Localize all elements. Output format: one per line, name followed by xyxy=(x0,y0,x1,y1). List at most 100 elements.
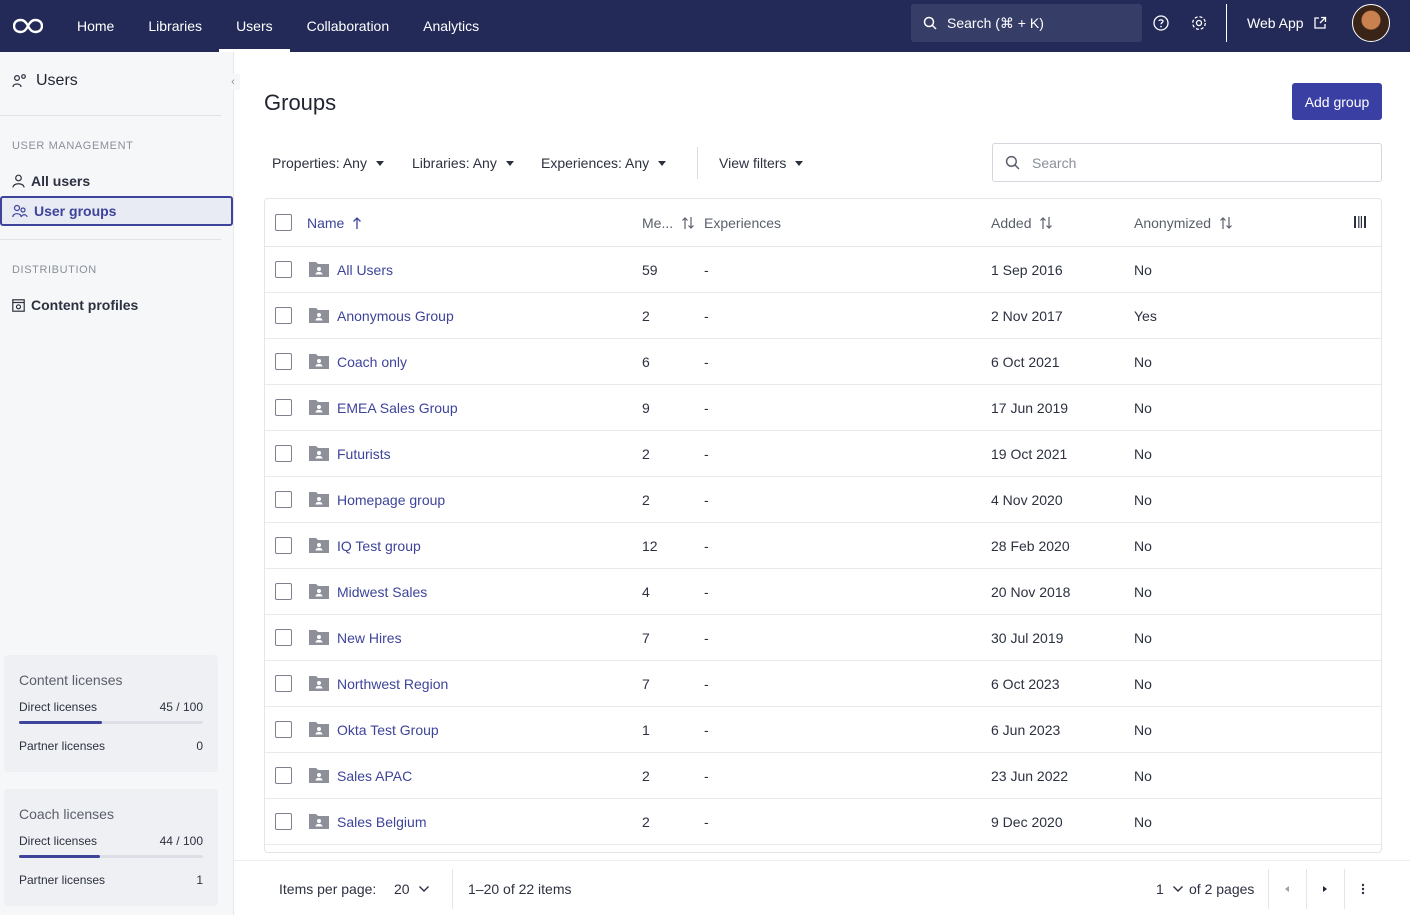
column-header-members[interactable]: Me... xyxy=(642,215,695,231)
help-icon[interactable] xyxy=(1152,14,1170,32)
group-name-link[interactable]: Homepage group xyxy=(337,492,445,508)
nav-analytics[interactable]: Analytics xyxy=(406,0,496,52)
group-folder-icon xyxy=(308,536,330,554)
table-row[interactable]: Northwest Region 7 - 6 Oct 2023 No xyxy=(265,661,1381,707)
row-checkbox[interactable] xyxy=(275,307,292,324)
row-checkbox[interactable] xyxy=(275,537,292,554)
column-settings-icon[interactable] xyxy=(1353,215,1367,229)
content-partner-licenses-row: Partner licenses 0 xyxy=(19,739,203,753)
added-date: 1 Sep 2016 xyxy=(991,262,1063,278)
group-name-link[interactable]: Northwest Region xyxy=(337,676,448,692)
sidebar-item-user-groups[interactable]: User groups xyxy=(0,196,233,226)
group-name-link[interactable]: IQ Test group xyxy=(337,538,421,554)
table-row[interactable]: Coach only 6 - 6 Oct 2021 No xyxy=(265,339,1381,385)
license-label: Direct licenses xyxy=(19,700,98,714)
coach-licenses-title: Coach licenses xyxy=(19,806,114,822)
row-checkbox[interactable] xyxy=(275,675,292,692)
group-folder-icon xyxy=(308,444,330,462)
items-per-page-select[interactable]: 20 xyxy=(394,881,430,897)
table-row[interactable]: Futurists 2 - 19 Oct 2021 No xyxy=(265,431,1381,477)
footer-divider xyxy=(452,869,453,909)
web-app-link[interactable]: Web App xyxy=(1247,0,1327,46)
page-select[interactable]: 1 xyxy=(1156,881,1184,897)
caret-down-icon xyxy=(658,160,667,166)
group-name-link[interactable]: Anonymous Group xyxy=(337,308,454,324)
column-header-experiences[interactable]: Experiences xyxy=(704,215,781,231)
next-page-icon[interactable] xyxy=(1320,884,1330,894)
column-header-name[interactable]: Name xyxy=(307,215,362,231)
table-row[interactable]: Anonymous Group 2 - 2 Nov 2017 Yes xyxy=(265,293,1381,339)
properties-filter-dropdown[interactable]: Properties: Any xyxy=(272,155,384,171)
brand-logo-icon[interactable] xyxy=(13,16,43,36)
table-row[interactable]: New Hires 7 - 30 Jul 2019 No xyxy=(265,615,1381,661)
sidebar-item-all-users[interactable]: All users xyxy=(0,166,233,196)
select-all-checkbox[interactable] xyxy=(275,214,292,231)
nav-users[interactable]: Users xyxy=(219,0,290,52)
view-filters-dropdown[interactable]: View filters xyxy=(719,155,804,171)
row-checkbox[interactable] xyxy=(275,261,292,278)
current-page-value: 1 xyxy=(1156,881,1164,897)
content-direct-licenses-row: Direct licenses 45 / 100 xyxy=(19,700,203,714)
anonymized-value: No xyxy=(1134,722,1152,738)
previous-page-icon[interactable] xyxy=(1282,884,1292,894)
row-checkbox[interactable] xyxy=(275,813,292,830)
table-row[interactable]: All Users 59 - 1 Sep 2016 No xyxy=(265,247,1381,293)
group-name-link[interactable]: Sales Belgium xyxy=(337,814,427,830)
table-row[interactable]: IQ Test group 12 - 28 Feb 2020 No xyxy=(265,523,1381,569)
column-header-added[interactable]: Added xyxy=(991,215,1053,231)
group-folder-icon xyxy=(308,674,330,692)
user-avatar[interactable] xyxy=(1352,4,1390,42)
collapse-sidebar-chevron-icon[interactable]: ‹ xyxy=(226,74,240,90)
row-checkbox[interactable] xyxy=(275,629,292,646)
column-label: Me... xyxy=(642,215,674,231)
group-name-link[interactable]: All Users xyxy=(337,262,393,278)
group-name-link[interactable]: Futurists xyxy=(337,446,391,462)
user-group-icon xyxy=(12,204,28,218)
row-checkbox[interactable] xyxy=(275,583,292,600)
row-checkbox[interactable] xyxy=(275,767,292,784)
table-row[interactable]: Midwest Sales 4 - 20 Nov 2018 No xyxy=(265,569,1381,615)
table-row[interactable]: Sales Belgium 2 - 9 Dec 2020 No xyxy=(265,799,1381,845)
filter-label: Libraries: Any xyxy=(412,155,497,171)
table-row[interactable]: EMEA Sales Group 9 - 17 Jun 2019 No xyxy=(265,385,1381,431)
anonymized-value: No xyxy=(1134,446,1152,462)
experiences-filter-dropdown[interactable]: Experiences: Any xyxy=(541,155,667,171)
group-folder-icon xyxy=(308,490,330,508)
column-header-anonymized[interactable]: Anonymized xyxy=(1134,215,1233,231)
more-options-icon[interactable] xyxy=(1358,882,1368,896)
sidebar-item-content-profiles[interactable]: Content profiles xyxy=(0,290,233,320)
added-date: 17 Jun 2019 xyxy=(991,400,1069,416)
experiences-value: - xyxy=(704,492,709,508)
table-row[interactable]: Okta Test Group 1 - 6 Jun 2023 No xyxy=(265,707,1381,753)
members-count: 7 xyxy=(642,630,650,646)
group-name-link[interactable]: Coach only xyxy=(337,354,407,370)
license-value: 1 xyxy=(196,873,203,887)
nav-home[interactable]: Home xyxy=(60,0,131,52)
group-name-link[interactable]: EMEA Sales Group xyxy=(337,400,458,416)
row-checkbox[interactable] xyxy=(275,399,292,416)
license-label: Partner licenses xyxy=(19,873,106,887)
group-name-link[interactable]: Okta Test Group xyxy=(337,722,439,738)
web-app-label: Web App xyxy=(1247,15,1304,31)
nav-collaboration[interactable]: Collaboration xyxy=(290,0,407,52)
row-checkbox[interactable] xyxy=(275,721,292,738)
settings-gear-icon[interactable] xyxy=(1190,14,1208,32)
nav-libraries[interactable]: Libraries xyxy=(131,0,219,52)
libraries-filter-dropdown[interactable]: Libraries: Any xyxy=(412,155,514,171)
row-checkbox[interactable] xyxy=(275,353,292,370)
group-name-link[interactable]: Sales APAC xyxy=(337,768,412,784)
table-row[interactable]: Homepage group 2 - 4 Nov 2020 No xyxy=(265,477,1381,523)
row-checkbox[interactable] xyxy=(275,445,292,462)
search-icon xyxy=(923,16,937,30)
groups-search-input[interactable]: Search xyxy=(992,143,1382,182)
section-user-management: USER MANAGEMENT xyxy=(12,140,134,152)
group-name-link[interactable]: Midwest Sales xyxy=(337,584,427,600)
table-row[interactable]: Sales APAC 2 - 23 Jun 2022 No xyxy=(265,753,1381,799)
global-search-button[interactable]: Search (⌘ + K) xyxy=(911,4,1142,42)
group-name-link[interactable]: New Hires xyxy=(337,630,402,646)
experiences-value: - xyxy=(704,584,709,600)
experiences-value: - xyxy=(704,446,709,462)
add-group-button[interactable]: Add group xyxy=(1292,83,1382,120)
row-checkbox[interactable] xyxy=(275,491,292,508)
anonymized-value: No xyxy=(1134,814,1152,830)
